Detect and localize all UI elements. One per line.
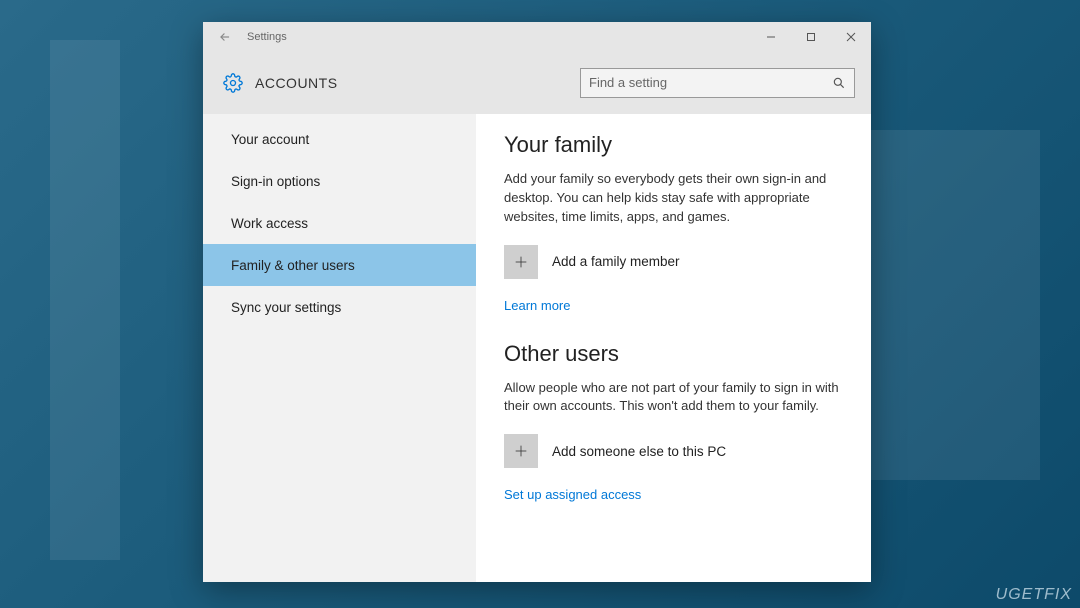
sidebar-item-label: Sign-in options — [231, 174, 320, 189]
add-other-user-label: Add someone else to this PC — [552, 444, 726, 459]
family-description: Add your family so everybody gets their … — [504, 170, 844, 227]
gear-icon — [223, 73, 243, 93]
sidebar-item-sign-in-options[interactable]: Sign-in options — [203, 160, 476, 202]
sidebar-item-label: Work access — [231, 216, 308, 231]
plus-icon — [504, 434, 538, 468]
other-users-description: Allow people who are not part of your fa… — [504, 379, 844, 417]
desktop-accent — [50, 40, 120, 560]
app-name: Settings — [247, 31, 287, 43]
back-button[interactable] — [215, 30, 235, 44]
assigned-access-link[interactable]: Set up assigned access — [504, 487, 641, 502]
page-title: ACCOUNTS — [255, 75, 338, 91]
sidebar-item-family-other-users[interactable]: Family & other users — [203, 244, 476, 286]
add-family-member[interactable]: Add a family member — [504, 245, 847, 279]
maximize-button[interactable] — [791, 22, 831, 52]
sidebar-item-work-access[interactable]: Work access — [203, 202, 476, 244]
sidebar: Your account Sign-in options Work access… — [203, 114, 476, 582]
minimize-button[interactable] — [751, 22, 791, 52]
sidebar-item-your-account[interactable]: Your account — [203, 118, 476, 160]
section-heading-family: Your family — [504, 132, 847, 158]
header: ACCOUNTS — [203, 52, 871, 114]
learn-more-link[interactable]: Learn more — [504, 298, 570, 313]
close-button[interactable] — [831, 22, 871, 52]
add-family-label: Add a family member — [552, 254, 680, 269]
desktop-accent — [870, 130, 1040, 480]
sidebar-item-label: Family & other users — [231, 258, 355, 273]
sidebar-item-label: Sync your settings — [231, 300, 341, 315]
add-other-user[interactable]: Add someone else to this PC — [504, 434, 847, 468]
titlebar: Settings — [203, 22, 871, 52]
search-box[interactable] — [580, 68, 855, 98]
body: Your account Sign-in options Work access… — [203, 114, 871, 582]
search-input[interactable] — [589, 75, 832, 90]
plus-icon — [504, 245, 538, 279]
sidebar-item-label: Your account — [231, 132, 309, 147]
content: Your family Add your family so everybody… — [476, 114, 871, 582]
watermark: UGETFIX — [996, 586, 1072, 604]
sidebar-item-sync-settings[interactable]: Sync your settings — [203, 286, 476, 328]
settings-window: Settings ACCOUNTS — [203, 22, 871, 582]
search-icon — [832, 76, 846, 90]
section-heading-other-users: Other users — [504, 341, 847, 367]
window-controls — [751, 22, 871, 52]
